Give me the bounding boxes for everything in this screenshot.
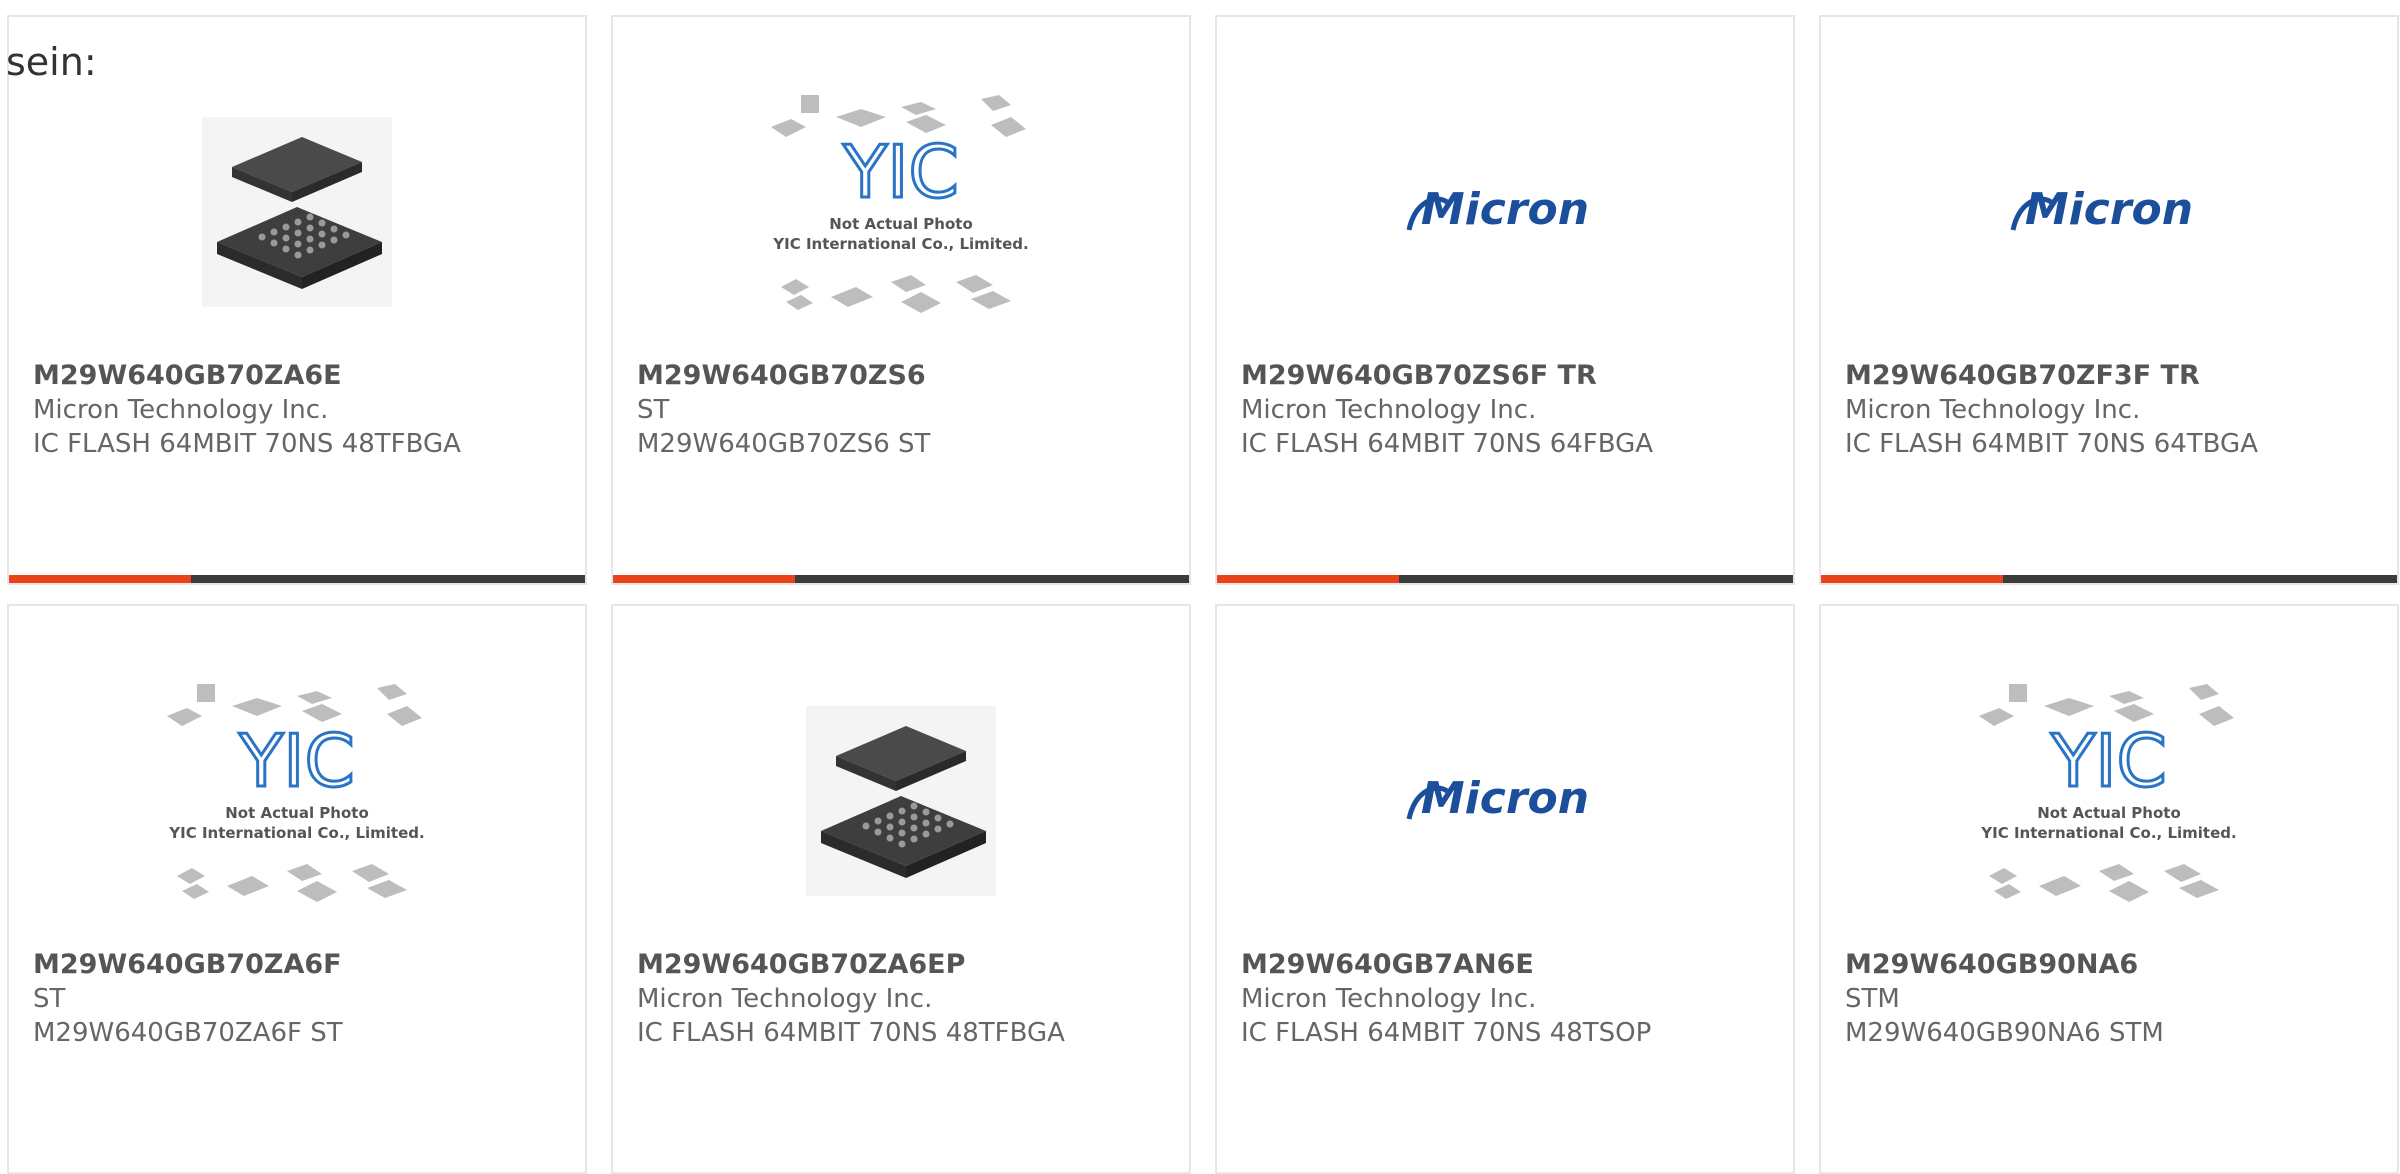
card-bottom-bar: [1217, 575, 1793, 583]
product-info: M29W640GB70ZA6E Micron Technology Inc. I…: [33, 359, 569, 461]
svg-text:Not Actual Photo: Not Actual Photo: [2037, 804, 2181, 822]
manufacturer: STM: [1845, 984, 1900, 1014]
description: M29W640GB70ZS6 ST: [637, 429, 931, 459]
bga-chip-icon: [806, 706, 996, 896]
svg-text:YIC: YIC: [2050, 719, 2167, 803]
product-grid: M29W640GB70ZA6E Micron Technology Inc. I…: [7, 15, 2399, 1174]
micron-logo-icon: Micron: [2010, 184, 2193, 235]
description: IC FLASH 64MBIT 70NS 48TSOP: [1241, 1018, 1652, 1048]
description: M29W640GB90NA6 STM: [1845, 1018, 2164, 1048]
product-image[interactable]: YIC Not Actual Photo YIC International C…: [613, 77, 1189, 347]
description: IC FLASH 64MBIT 70NS 64TBGA: [1845, 429, 2258, 459]
part-number-link[interactable]: M29W640GB7AN6E: [1241, 948, 1777, 982]
product-info: M29W640GB70ZS6 ST M29W640GB70ZS6 ST: [637, 359, 1173, 461]
product-info: M29W640GB70ZA6F ST M29W640GB70ZA6F ST: [33, 948, 569, 1050]
manufacturer: Micron Technology Inc.: [33, 395, 329, 425]
product-card[interactable]: YIC Not Actual Photo YIC International C…: [1819, 604, 2399, 1174]
svg-text:Micron: Micron: [1421, 184, 1589, 235]
product-card[interactable]: Micron M29W640GB70ZF3F TR Micron Technol…: [1819, 15, 2399, 585]
manufacturer: ST: [33, 984, 66, 1014]
svg-text:YIC: YIC: [238, 719, 355, 803]
product-image[interactable]: YIC Not Actual Photo YIC International C…: [1821, 666, 2397, 936]
card-bottom-bar: [1821, 575, 2397, 583]
part-number-link[interactable]: M29W640GB70ZF3F TR: [1845, 359, 2381, 393]
card-bottom-bar: [9, 575, 585, 583]
svg-text:YIC International Co., Limited: YIC International Co., Limited.: [772, 235, 1028, 253]
description: M29W640GB70ZA6F ST: [33, 1018, 343, 1048]
manufacturer: Micron Technology Inc.: [1241, 395, 1537, 425]
product-image[interactable]: Micron: [1821, 77, 2397, 347]
product-card[interactable]: Micron M29W640GB70ZS6F TR Micron Technol…: [1215, 15, 1795, 585]
product-card[interactable]: M29W640GB70ZA6E Micron Technology Inc. I…: [7, 15, 587, 585]
svg-text:Micron: Micron: [1421, 773, 1589, 824]
part-number-link[interactable]: M29W640GB70ZA6F: [33, 948, 569, 982]
card-bar-accent: [9, 575, 191, 583]
svg-text:Micron: Micron: [2025, 184, 2193, 235]
product-info: M29W640GB70ZA6EP Micron Technology Inc. …: [637, 948, 1173, 1050]
manufacturer: ST: [637, 395, 670, 425]
product-card[interactable]: YIC Not Actual Photo YIC International C…: [611, 15, 1191, 585]
card-bar-accent: [1217, 575, 1399, 583]
micron-logo-icon: Micron: [1406, 184, 1589, 235]
product-image[interactable]: [9, 77, 585, 347]
yic-placeholder-icon: YIC Not Actual Photo YIC International C…: [771, 95, 1029, 313]
product-info: M29W640GB70ZF3F TR Micron Technology Inc…: [1845, 359, 2381, 461]
product-info: M29W640GB7AN6E Micron Technology Inc. IC…: [1241, 948, 1777, 1050]
product-info: M29W640GB70ZS6F TR Micron Technology Inc…: [1241, 359, 1777, 461]
part-number-link[interactable]: M29W640GB70ZA6EP: [637, 948, 1173, 982]
svg-text:Not Actual Photo: Not Actual Photo: [225, 804, 369, 822]
product-card[interactable]: YIC Not Actual Photo YIC International C…: [7, 604, 587, 1174]
svg-text:YIC International Co., Limited: YIC International Co., Limited.: [1980, 824, 2236, 842]
product-info: M29W640GB90NA6 STM M29W640GB90NA6 STM: [1845, 948, 2381, 1050]
yic-placeholder-icon: YIC Not Actual Photo YIC International C…: [167, 684, 425, 902]
card-bar-accent: [613, 575, 795, 583]
manufacturer: Micron Technology Inc.: [1241, 984, 1537, 1014]
part-number-link[interactable]: M29W640GB70ZA6E: [33, 359, 569, 393]
card-bottom-bar: [613, 575, 1189, 583]
prefix-text: sein:: [6, 40, 97, 84]
product-card[interactable]: Micron M29W640GB7AN6E Micron Technology …: [1215, 604, 1795, 1174]
part-number-link[interactable]: M29W640GB90NA6: [1845, 948, 2381, 982]
yic-placeholder-icon: YIC Not Actual Photo YIC International C…: [1979, 684, 2237, 902]
micron-logo-icon: Micron: [1406, 773, 1589, 824]
bga-chip-icon: [202, 117, 392, 307]
description: IC FLASH 64MBIT 70NS 64FBGA: [1241, 429, 1654, 459]
product-image[interactable]: Micron: [1217, 77, 1793, 347]
manufacturer: Micron Technology Inc.: [1845, 395, 2141, 425]
part-number-link[interactable]: M29W640GB70ZS6: [637, 359, 1173, 393]
part-number-link[interactable]: M29W640GB70ZS6F TR: [1241, 359, 1777, 393]
svg-text:YIC: YIC: [842, 130, 959, 214]
product-card[interactable]: M29W640GB70ZA6EP Micron Technology Inc. …: [611, 604, 1191, 1174]
manufacturer: Micron Technology Inc.: [637, 984, 933, 1014]
description: IC FLASH 64MBIT 70NS 48TFBGA: [33, 429, 461, 459]
svg-text:Not Actual Photo: Not Actual Photo: [829, 215, 973, 233]
description: IC FLASH 64MBIT 70NS 48TFBGA: [637, 1018, 1065, 1048]
product-image[interactable]: YIC Not Actual Photo YIC International C…: [9, 666, 585, 936]
product-image[interactable]: [613, 666, 1189, 936]
svg-text:YIC International Co., Limited: YIC International Co., Limited.: [168, 824, 424, 842]
product-image[interactable]: Micron: [1217, 666, 1793, 936]
card-bar-accent: [1821, 575, 2003, 583]
